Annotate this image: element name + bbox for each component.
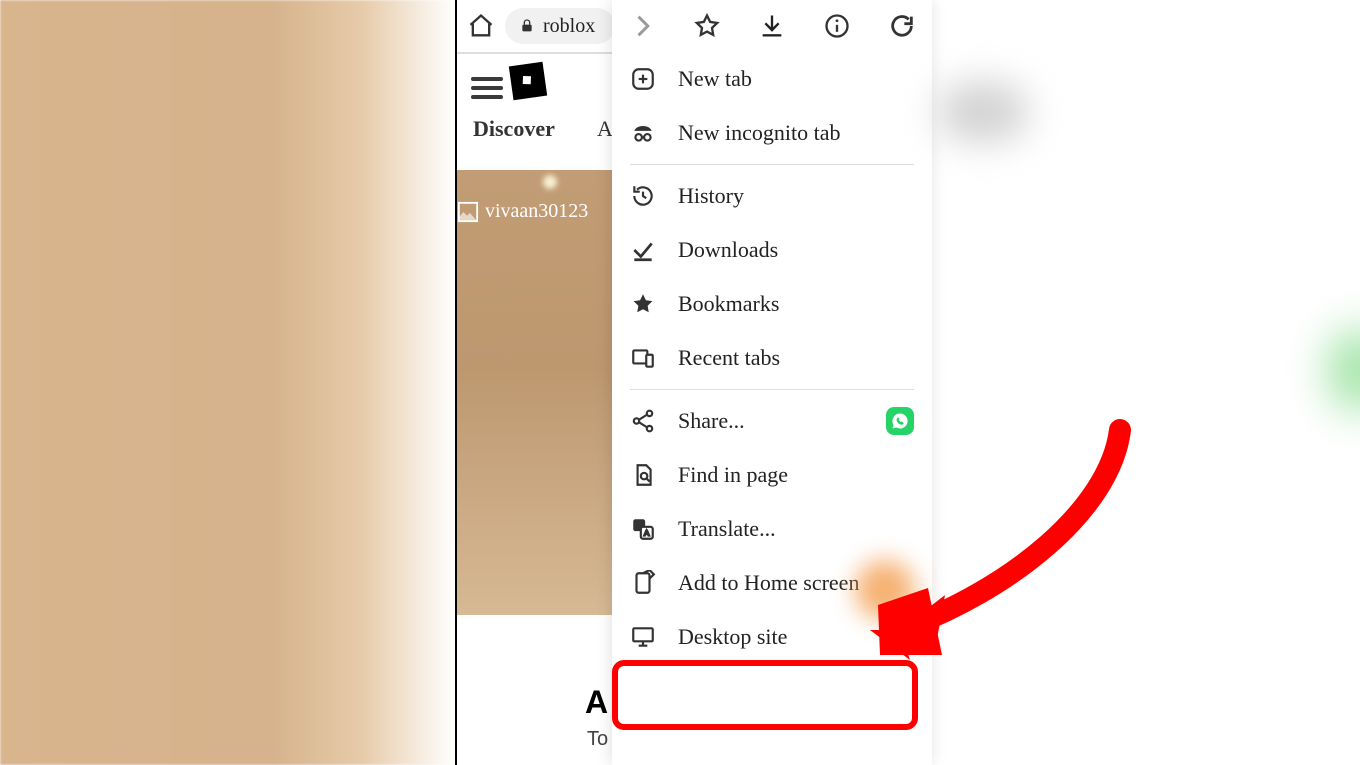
menu-label: Recent tabs bbox=[678, 345, 780, 371]
flare-dot bbox=[543, 175, 557, 189]
star-icon[interactable] bbox=[693, 12, 721, 40]
menu-label: Downloads bbox=[678, 237, 778, 263]
left-blur-panel bbox=[0, 0, 455, 765]
find-in-page-icon bbox=[630, 462, 656, 488]
history-icon bbox=[630, 183, 656, 209]
menu-label: New tab bbox=[678, 66, 752, 92]
profile-banner bbox=[457, 170, 622, 615]
translate-icon: 文A bbox=[630, 516, 656, 542]
tab-partial[interactable]: A bbox=[597, 116, 613, 142]
username-text: vivaan30123 bbox=[485, 200, 588, 223]
address-bar[interactable]: roblox bbox=[505, 8, 615, 44]
browser-overflow-menu: New tab New incognito tab History Downlo… bbox=[612, 0, 932, 765]
menu-item-share[interactable]: Share... bbox=[612, 394, 932, 448]
menu-item-recent-tabs[interactable]: Recent tabs bbox=[612, 331, 932, 385]
menu-separator bbox=[630, 164, 914, 165]
about-heading: A bbox=[585, 684, 608, 721]
menu-item-find-in-page[interactable]: Find in page bbox=[612, 448, 932, 502]
menu-label: Bookmarks bbox=[678, 291, 779, 317]
menu-label: History bbox=[678, 183, 744, 209]
whatsapp-icon bbox=[886, 407, 914, 435]
menu-item-downloads[interactable]: Downloads bbox=[612, 223, 932, 277]
menu-label: Share... bbox=[678, 408, 745, 434]
menu-label: Desktop site bbox=[678, 624, 787, 650]
menu-item-translate[interactable]: 文A Translate... bbox=[612, 502, 932, 556]
download-done-icon bbox=[630, 237, 656, 263]
roblox-logo-icon[interactable] bbox=[509, 62, 547, 100]
tab-discover[interactable]: Discover bbox=[473, 116, 555, 142]
menu-label: New incognito tab bbox=[678, 120, 841, 146]
decorative-blob bbox=[1330, 330, 1360, 410]
menu-toolbar bbox=[612, 0, 932, 52]
add-home-icon bbox=[630, 570, 656, 596]
menu-label: Translate... bbox=[678, 516, 776, 542]
mobile-browser-frame: roblox Discover A vivaan30123 A To o New… bbox=[455, 0, 930, 765]
plus-box-icon bbox=[630, 66, 656, 92]
info-icon[interactable] bbox=[823, 12, 851, 40]
desktop-site-checkbox[interactable] bbox=[892, 626, 914, 648]
menu-label: Add to Home screen bbox=[678, 570, 859, 596]
decorative-blob bbox=[855, 560, 915, 620]
broken-image-icon bbox=[457, 201, 479, 223]
menu-item-new-incognito[interactable]: New incognito tab bbox=[612, 106, 932, 160]
devices-icon bbox=[630, 345, 656, 371]
star-filled-icon bbox=[630, 291, 656, 317]
monitor-icon bbox=[630, 624, 656, 650]
decorative-blob bbox=[938, 82, 1028, 142]
hamburger-menu-icon[interactable] bbox=[471, 72, 503, 96]
url-domain: roblox bbox=[543, 15, 595, 38]
download-icon[interactable] bbox=[758, 12, 786, 40]
incognito-icon bbox=[630, 120, 656, 146]
menu-separator bbox=[630, 389, 914, 390]
forward-icon[interactable] bbox=[628, 12, 656, 40]
menu-item-history[interactable]: History bbox=[612, 169, 932, 223]
menu-item-bookmarks[interactable]: Bookmarks bbox=[612, 277, 932, 331]
home-icon[interactable] bbox=[467, 12, 495, 40]
share-icon bbox=[630, 408, 656, 434]
menu-label: Find in page bbox=[678, 462, 788, 488]
reload-icon[interactable] bbox=[888, 12, 916, 40]
username-row: vivaan30123 bbox=[457, 200, 588, 223]
menu-item-new-tab[interactable]: New tab bbox=[612, 52, 932, 106]
lock-icon bbox=[519, 17, 535, 35]
